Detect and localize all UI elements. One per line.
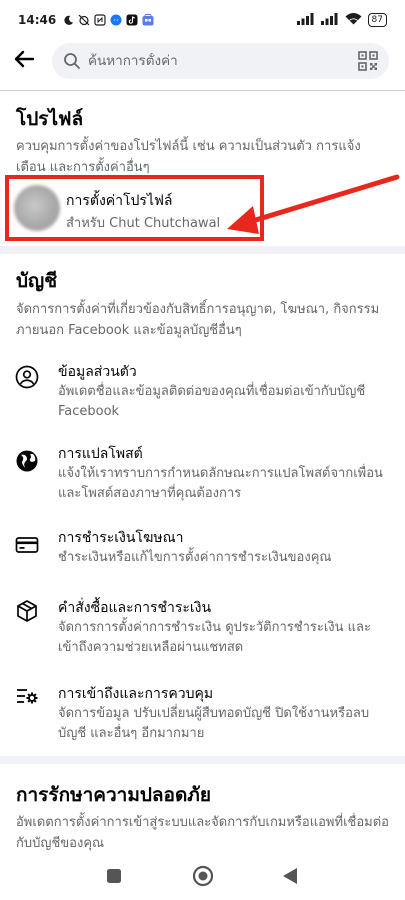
- recent-apps-button[interactable]: [106, 868, 122, 884]
- search-icon: [62, 51, 82, 71]
- access-settings-icon: [14, 684, 40, 710]
- settings-item-title: การแปลโพสต์: [58, 446, 143, 462]
- person-circle-icon: [14, 364, 40, 390]
- settings-item-title: คำสั่งซื้อและการชำระเงิน: [58, 600, 212, 616]
- battery-indicator: 87: [367, 13, 387, 27]
- settings-item-description: จัดการข้อมูล ปรับเปลี่ยนผู้สืบทอดบัญชี ป…: [58, 706, 370, 741]
- status-notification-icons: [62, 14, 154, 26]
- status-system-icons: 87: [296, 12, 387, 28]
- settings-item-title: ข้อมูลส่วนตัว: [58, 364, 137, 380]
- home-button[interactable]: [192, 865, 214, 887]
- search-bar[interactable]: [52, 43, 389, 79]
- status-bar: 14:46 87: [0, 0, 405, 40]
- settings-item-description: จัดการการตั้งค่าการชำระเงิน ดูประวัติการ…: [58, 620, 371, 655]
- moon-icon: [62, 14, 74, 26]
- messenger-icon: [110, 14, 122, 26]
- qr-code-icon[interactable]: [357, 50, 379, 72]
- alarm-off-icon: [78, 14, 90, 26]
- header-divider: [0, 90, 405, 91]
- settings-item-ad-payments[interactable]: การชำระเงินโฆษณา ชำระเงินหรือแก้ไขการตั้…: [0, 524, 405, 574]
- account-section-title: บัญชี: [16, 270, 58, 292]
- settings-item-post-translation[interactable]: การแปลโพสต์ แจ้งให้เราทราบการกำหนดลักษณะ…: [0, 440, 405, 508]
- settings-item-personal-info[interactable]: ข้อมูลส่วนตัว อัพเดตชื่อและข้อมูลติดต่อข…: [0, 358, 405, 426]
- arrow-left-icon: [12, 47, 36, 75]
- package-icon: [14, 598, 40, 624]
- tiktok-icon: [126, 14, 138, 26]
- section-divider: [0, 756, 405, 764]
- signal-icon: [296, 12, 315, 28]
- settings-item-description: อัพเดตชื่อและข้อมูลติดต่อของคุณที่เชื่อม…: [58, 384, 366, 419]
- top-bar: [0, 40, 405, 82]
- profile-section-title: โปรไฟล์: [16, 108, 84, 130]
- settings-item-description: ชำระเงินหรือแก้ไขการตั้งค่าการชำระเงินขอ…: [58, 550, 332, 565]
- settings-item-title: การเข้าถึงและการควบคุม: [58, 686, 214, 702]
- annotation-arrow: [227, 174, 400, 234]
- search-input[interactable]: [88, 53, 357, 69]
- globe-icon: [14, 448, 40, 474]
- nfc-icon: [94, 14, 106, 26]
- security-section-description: อัพเดตการตั้งค่าการเข้าสู่ระบบและจัดการก…: [16, 815, 389, 851]
- security-section-title: การรักษาความปลอดภัย: [16, 784, 211, 806]
- back-nav-button[interactable]: [282, 867, 298, 885]
- settings-item-description: แจ้งให้เราทราบการกำหนดลักษณะการแปลโพสต์จ…: [58, 466, 383, 501]
- credit-card-icon: [14, 532, 40, 558]
- section-divider: [0, 246, 405, 254]
- system-nav-bar: [0, 850, 405, 900]
- app-store-icon: [142, 14, 154, 26]
- back-button[interactable]: [10, 47, 38, 75]
- settings-item-orders-payments[interactable]: คำสั่งซื้อและการชำระเงิน จัดการการตั้งค่…: [0, 594, 405, 662]
- settings-item-title: การชำระเงินโฆษณา: [58, 530, 184, 546]
- status-time: 14:46: [18, 13, 57, 27]
- signal-2-icon: [320, 12, 339, 28]
- account-section-description: จัดการการตั้งค่าที่เกี่ยวข้องกับสิทธิ์กา…: [16, 302, 380, 338]
- wifi-icon: [345, 12, 362, 28]
- settings-item-access-control[interactable]: การเข้าถึงและการควบคุม จัดการข้อมูล ปรับ…: [0, 680, 405, 748]
